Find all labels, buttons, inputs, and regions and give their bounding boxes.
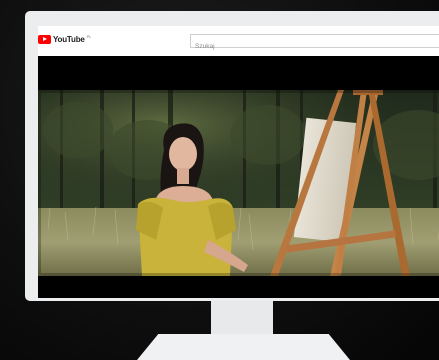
search-input[interactable] [191, 40, 439, 53]
video-still-image [38, 90, 439, 276]
monitor-stand-neck [211, 301, 273, 335]
youtube-logo[interactable]: YouTube PL [38, 34, 92, 44]
search-box[interactable] [190, 34, 439, 53]
youtube-play-icon [38, 35, 51, 44]
video-player[interactable] [38, 56, 439, 298]
youtube-region-code: PL [86, 34, 92, 39]
video-frame[interactable] [38, 90, 439, 276]
browser-screen: YouTube PL [38, 26, 439, 298]
monitor-stand-base [137, 334, 350, 360]
youtube-header: YouTube PL [38, 26, 439, 57]
monitor: YouTube PL [25, 11, 439, 301]
scene-background: YouTube PL [0, 0, 439, 360]
youtube-wordmark: YouTube [53, 35, 85, 44]
